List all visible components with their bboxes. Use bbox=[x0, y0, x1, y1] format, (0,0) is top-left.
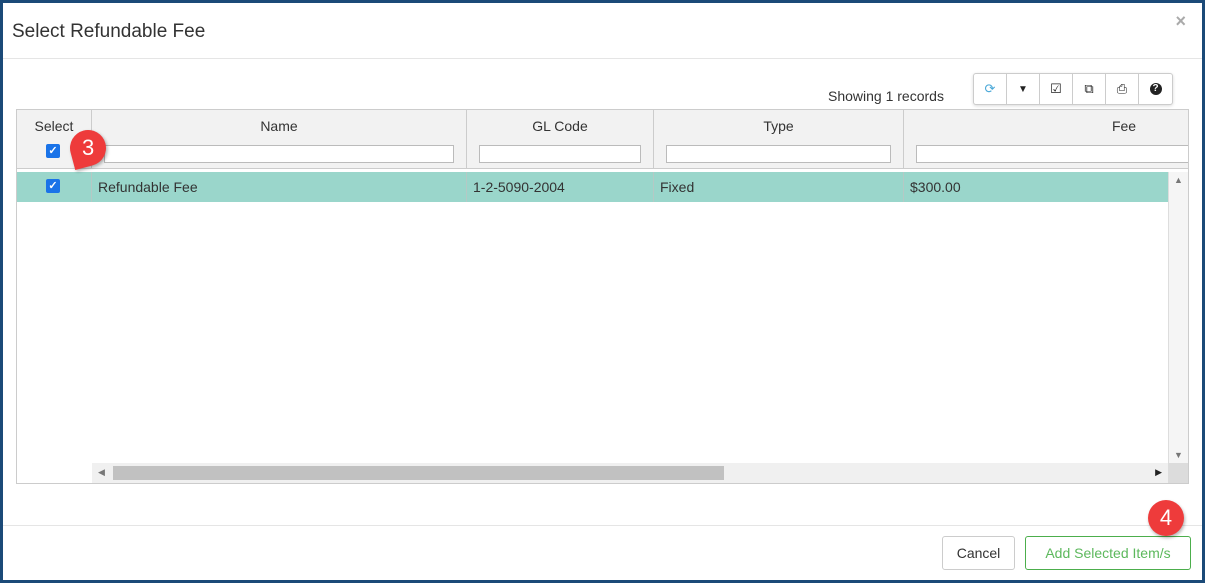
help-icon-glyph: ? bbox=[1149, 83, 1162, 95]
dialog-title: Select Refundable Fee bbox=[12, 21, 206, 42]
column-header-gl-code[interactable]: GL Code bbox=[467, 118, 653, 134]
cell-name: Refundable Fee bbox=[92, 172, 467, 202]
step-3-label: 3 bbox=[81, 135, 95, 160]
select-all-checkbox[interactable]: ✓ bbox=[46, 144, 60, 158]
cancel-button[interactable]: Cancel bbox=[942, 536, 1015, 570]
gl-code-filter-input[interactable] bbox=[479, 145, 641, 163]
filter-icon[interactable]: ▼ bbox=[1007, 74, 1040, 104]
header-divider bbox=[3, 58, 1202, 59]
scroll-down-icon[interactable]: ▼ bbox=[1174, 450, 1183, 460]
copy-icon[interactable]: ⧉ bbox=[1073, 74, 1106, 104]
column-name: Name bbox=[92, 110, 467, 168]
row-select-cell: ✓ bbox=[17, 172, 92, 202]
select-refundable-fee-dialog: Select Refundable Fee × Showing 1 record… bbox=[3, 3, 1202, 580]
cell-fee: $300.00 bbox=[910, 179, 961, 195]
print-icon[interactable]: ⎙ bbox=[1106, 74, 1139, 104]
row-checkbox[interactable]: ✓ bbox=[46, 179, 60, 193]
horizontal-scroll-thumb[interactable] bbox=[113, 466, 724, 480]
column-type: Type bbox=[654, 110, 904, 168]
fee-filter-input[interactable] bbox=[916, 145, 1188, 163]
table-row[interactable]: ✓ Refundable Fee 1-2-5090-2004 Fixed $30… bbox=[17, 172, 1168, 202]
step-4-annotation: 4 bbox=[1148, 500, 1184, 536]
vertical-scrollbar[interactable]: ▲ ▼ bbox=[1168, 172, 1188, 463]
column-header-fee[interactable]: Fee bbox=[904, 118, 1188, 134]
record-count: Showing 1 records bbox=[828, 88, 944, 104]
help-icon[interactable]: ? bbox=[1139, 74, 1172, 104]
horizontal-scrollbar[interactable]: ◀ ▶ bbox=[92, 463, 1168, 483]
scroll-left-icon[interactable]: ◀ bbox=[98, 467, 105, 478]
grid-header: Select ✓ Name GL Code Type Fee bbox=[17, 110, 1188, 169]
refresh-icon[interactable]: ⟳ bbox=[974, 74, 1007, 104]
scroll-right-icon[interactable]: ▶ bbox=[1155, 467, 1162, 478]
column-fee: Fee bbox=[904, 110, 1188, 168]
column-header-type[interactable]: Type bbox=[654, 118, 903, 134]
column-gl-code: GL Code bbox=[467, 110, 654, 168]
type-filter-input[interactable] bbox=[666, 145, 891, 163]
footer-divider bbox=[3, 525, 1202, 526]
grid-toolbar: ⟳ ▼ ☑ ⧉ ⎙ ? bbox=[973, 73, 1173, 105]
scroll-up-icon[interactable]: ▲ bbox=[1174, 175, 1183, 185]
check-square-icon[interactable]: ☑ bbox=[1040, 74, 1073, 104]
column-header-name[interactable]: Name bbox=[92, 118, 466, 134]
close-icon[interactable]: × bbox=[1175, 11, 1186, 32]
cell-gl-code: 1-2-5090-2004 bbox=[467, 172, 654, 202]
add-selected-items-button[interactable]: Add Selected Item/s bbox=[1025, 536, 1191, 570]
cell-type: Fixed bbox=[654, 172, 904, 202]
name-filter-input[interactable] bbox=[104, 145, 454, 163]
scrollbar-corner bbox=[1168, 463, 1188, 483]
fee-grid: Select ✓ Name GL Code Type Fee ✓ Refunda… bbox=[16, 109, 1189, 484]
